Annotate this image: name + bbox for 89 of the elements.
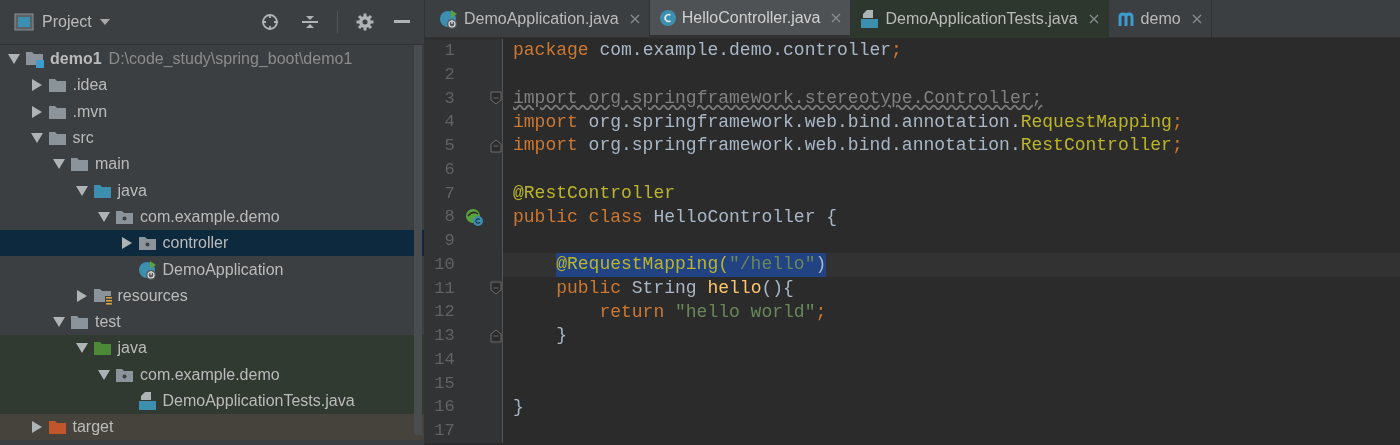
folder-icon: [70, 313, 90, 332]
tree-row[interactable]: DemoApplication: [0, 256, 424, 283]
spring-class-icon: [137, 259, 158, 280]
collapsed-arrow-icon[interactable]: [30, 105, 43, 118]
tree-row[interactable]: resources: [0, 282, 424, 309]
tree-row[interactable]: src: [0, 124, 424, 152]
collapsed-arrow-icon[interactable]: [120, 237, 133, 250]
expanded-arrow-icon[interactable]: [30, 132, 43, 145]
tree-row[interactable]: java: [0, 335, 424, 362]
folder-icon: [70, 155, 90, 174]
tree-label: target: [72, 417, 114, 438]
tree-row[interactable]: DemoApplicationTests.java: [0, 387, 424, 415]
collapsed-arrow-icon[interactable]: [30, 421, 43, 434]
spring-class-icon: [439, 9, 459, 29]
close-icon[interactable]: [1191, 14, 1202, 24]
tree-label: .mvn: [72, 101, 108, 122]
panel-title[interactable]: Project: [42, 10, 92, 34]
module-path: D:\code_study\spring_boot\demo1: [108, 49, 353, 70]
dropdown-caret-icon[interactable]: [99, 19, 110, 25]
code-line: import org.springframework.web.bind.annotation.RestController;: [513, 134, 1183, 158]
tree-label: java: [117, 338, 147, 359]
tree-label: com.example.demo: [140, 206, 280, 227]
tree-label: main: [95, 154, 130, 175]
tree-label: com.example.demo: [140, 364, 280, 385]
folder-icon: [92, 339, 113, 358]
code-line: }: [556, 324, 567, 348]
spring-bean-icon[interactable]: [465, 207, 485, 227]
tree-row[interactable]: .idea: [0, 72, 424, 99]
code-line: }: [513, 395, 524, 419]
expanded-arrow-icon[interactable]: [98, 368, 110, 381]
tree-row[interactable]: demo1 D:\code_study\spring_boot\demo1: [0, 46, 424, 73]
folder-icon: [47, 76, 68, 95]
close-icon[interactable]: [629, 14, 640, 24]
tree-row[interactable]: controller: [0, 230, 424, 257]
collapsed-arrow-icon[interactable]: [30, 79, 43, 92]
tree-label: controller: [162, 233, 229, 254]
code-line: public class HelloController {: [513, 205, 838, 229]
fold-marker-icon[interactable]: [490, 328, 502, 343]
tree-row[interactable]: .mvn: [0, 98, 424, 125]
expanded-arrow-icon[interactable]: [53, 158, 65, 171]
expanded-arrow-icon[interactable]: [75, 184, 88, 197]
tree-row[interactable]: test: [0, 308, 424, 336]
tree-row[interactable]: java: [0, 177, 424, 204]
editor-tab[interactable]: DemoApplicationTests.java: [851, 0, 1109, 38]
tree-row[interactable]: com.example.demo: [0, 203, 424, 231]
editor-tab[interactable]: HelloController.java: [649, 0, 852, 38]
expanded-arrow-icon[interactable]: [8, 53, 20, 66]
locate-icon[interactable]: [261, 13, 279, 31]
test-file-icon: [137, 391, 158, 411]
expanded-arrow-icon[interactable]: [75, 342, 88, 355]
test-file-icon: [860, 9, 881, 29]
collapse-all-icon[interactable]: [301, 13, 319, 31]
tree-label: resources: [117, 285, 188, 306]
folder-icon: [47, 129, 68, 148]
scrollbar[interactable]: [414, 45, 422, 435]
editor-tab[interactable]: demo: [1108, 0, 1212, 38]
maven-icon: [1117, 10, 1136, 28]
collapsed-arrow-icon[interactable]: [75, 289, 88, 302]
fold-marker-icon[interactable]: [490, 91, 502, 106]
code-line: public String hello(){: [556, 276, 794, 300]
tree-label: java: [117, 180, 147, 201]
expanded-arrow-icon[interactable]: [53, 316, 65, 329]
code-line: package com.example.demo.controller;: [513, 39, 902, 63]
code-line: @RequestMapping("/hello"): [556, 252, 827, 277]
module-folder-icon: [25, 49, 45, 70]
folder-icon: [47, 418, 68, 437]
fold-marker-icon[interactable]: [490, 138, 502, 153]
editor-tab[interactable]: DemoApplication.java: [430, 0, 650, 38]
tree-row[interactable]: main: [0, 151, 424, 178]
fold-marker-icon[interactable]: [490, 281, 502, 296]
tree-row[interactable]: target: [0, 414, 424, 441]
tree-label: src: [72, 128, 94, 149]
package-folder-icon: [137, 234, 158, 253]
close-icon[interactable]: [1088, 14, 1099, 24]
tree-label: DemoApplication: [162, 259, 284, 280]
class-icon: [658, 8, 677, 27]
tree-label: .idea: [72, 75, 108, 96]
code-line: return "hello world";: [599, 300, 827, 324]
minimize-icon[interactable]: [394, 20, 410, 24]
tree-row[interactable]: com.example.demo: [0, 361, 424, 388]
code-line: @RestController: [513, 181, 676, 205]
tree-label: demo1: [50, 49, 102, 70]
tree-label: test: [95, 312, 121, 333]
code-line: import org.springframework.stereotype.Controller;: [513, 86, 1043, 110]
expanded-arrow-icon[interactable]: [98, 210, 110, 223]
tree-label: DemoApplicationTests.java: [162, 391, 355, 411]
settings-icon[interactable]: [356, 13, 374, 31]
panel-icon: [14, 13, 34, 31]
code-line: import org.springframework.web.bind.annotation.RequestMapping;: [513, 110, 1183, 134]
